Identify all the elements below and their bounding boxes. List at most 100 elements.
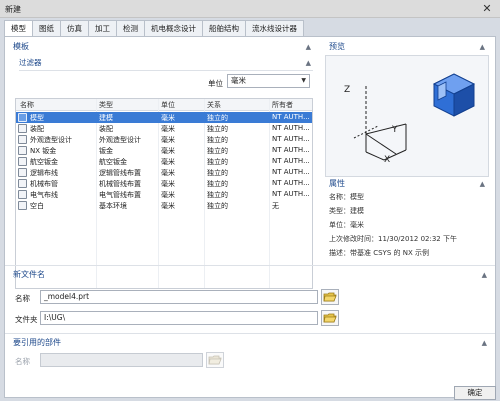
collapse-icon[interactable]: ▲ (482, 269, 487, 281)
table-row[interactable]: 航空钣金 航空钣金 毫米 独立的 NT AUTH... (16, 156, 312, 167)
cell-relation: 独立的 (207, 202, 228, 210)
sheet-metal-icon (18, 146, 27, 155)
model-icon (18, 113, 27, 122)
cell-name: NX 钣金 (30, 147, 57, 155)
cell-relation: 独立的 (207, 158, 228, 166)
cell-name: 装配 (30, 125, 44, 133)
window-title: 新建 (5, 5, 21, 14)
aero-sheet-metal-icon (18, 157, 27, 166)
preview-section-header[interactable]: 预览 ▲ (325, 41, 489, 54)
property-unit: 单位：毫米 (329, 221, 364, 229)
blank-icon (18, 201, 27, 210)
cell-relation: 独立的 (207, 147, 228, 155)
unit-dropdown[interactable]: 毫米 ▼ (227, 74, 310, 88)
collapse-icon[interactable]: ▲ (306, 41, 311, 53)
referenced-part-input[interactable] (40, 353, 203, 367)
cell-owner: NT AUTH... (272, 179, 310, 187)
cell-owner: NT AUTH... (272, 146, 310, 154)
ok-button[interactable]: 确定 (454, 386, 496, 400)
cell-owner: NT AUTH... (272, 190, 310, 198)
cell-relation: 独立的 (207, 136, 228, 144)
table-row[interactable]: NX 钣金 钣金 毫米 独立的 NT AUTH... (16, 145, 312, 156)
tab-mechatronics[interactable]: 机电概念设计 (145, 20, 203, 37)
cell-name: 机械布管 (30, 180, 58, 188)
table-row[interactable]: 机械布管 机械管线布置 毫米 独立的 NT AUTH... (16, 178, 312, 189)
cell-name: 逻辑布线 (30, 169, 58, 177)
cell-owner: NT AUTH... (272, 113, 310, 121)
new-file-section-header[interactable]: 新文件名 ▲ (9, 269, 491, 282)
solid-model-icon (432, 73, 476, 117)
dialog-body: 模板 ▲ 过滤器 ▲ 单位 毫米 ▼ 名称 类型 单位 关系 所有者 模型 建模毫… (4, 36, 496, 398)
tab-model[interactable]: 模型 (4, 20, 33, 37)
file-name-input[interactable]: _model4.prt (40, 290, 318, 304)
folder-icon (323, 313, 337, 323)
tab-manufacturing[interactable]: 加工 (89, 20, 117, 37)
table-row[interactable]: 模型 建模 毫米 独立的 NT AUTH... (16, 112, 312, 123)
property-name: 名称：模型 (329, 193, 364, 201)
cell-unit: 毫米 (161, 180, 175, 188)
cell-owner: NT AUTH... (272, 135, 310, 143)
filter-header[interactable]: 过滤器 ▲ (19, 57, 315, 69)
table-row[interactable]: 逻辑布线 逻辑管线布置 毫米 独立的 NT AUTH... (16, 167, 312, 178)
electrical-routing-icon (18, 190, 27, 199)
cell-relation: 独立的 (207, 114, 228, 122)
cell-type: 航空钣金 (99, 158, 127, 166)
cell-type: 钣金 (99, 147, 113, 155)
cell-unit: 毫米 (161, 114, 175, 122)
cell-type: 装配 (99, 125, 113, 133)
tab-drawing[interactable]: 图纸 (33, 20, 61, 37)
column-header-name[interactable]: 名称 (20, 100, 34, 110)
axis-label-z: Z (344, 85, 350, 95)
tab-strip: 模型 图纸 仿真 加工 检测 机电概念设计 船舶结构 流水线设计器 (4, 20, 304, 37)
table-row[interactable]: 外观造型设计 外观造型设计 毫米 独立的 NT AUTH... (16, 134, 312, 145)
cell-type: 电气管线布置 (99, 191, 141, 199)
datum-csys-icon (353, 86, 407, 161)
cell-owner: 无 (272, 202, 279, 210)
tab-ship-structure[interactable]: 船舶结构 (203, 20, 246, 37)
table-row[interactable]: 电气布线 电气管线布置 毫米 独立的 NT AUTH... (16, 189, 312, 200)
folder-input[interactable]: I:\UG\ (40, 311, 318, 325)
cell-unit: 毫米 (161, 169, 175, 177)
referenced-name-label: 名称 (15, 357, 30, 366)
tab-simulation[interactable]: 仿真 (61, 20, 89, 37)
cell-owner: NT AUTH... (272, 124, 310, 132)
referenced-part-section-header[interactable]: 要引用的部件 ▲ (9, 337, 491, 350)
title-bar: 新建 ✕ (0, 0, 500, 18)
cell-type: 外观造型设计 (99, 136, 141, 144)
cell-type: 机械管线布置 (99, 180, 141, 188)
column-header-unit[interactable]: 单位 (161, 100, 175, 110)
divider (19, 70, 313, 71)
collapse-icon[interactable]: ▲ (482, 337, 487, 349)
template-section-header[interactable]: 模板 ▲ (9, 41, 315, 54)
column-header-owner[interactable]: 所有者 (272, 100, 293, 110)
preview-header-label: 预览 (329, 42, 345, 51)
close-icon[interactable]: ✕ (480, 2, 494, 15)
new-file-header-label: 新文件名 (13, 270, 45, 279)
browse-file-button[interactable] (321, 289, 339, 305)
cell-name: 电气布线 (30, 191, 58, 199)
name-label: 名称 (15, 294, 30, 303)
shape-studio-icon (18, 135, 27, 144)
column-header-type[interactable]: 类型 (99, 100, 113, 110)
browse-referenced-part-button[interactable] (206, 352, 224, 368)
property-modified: 上次修改时间：11/30/2012 02:32 下午 (329, 235, 457, 243)
table-header: 名称 类型 单位 关系 所有者 (16, 99, 312, 111)
browse-folder-button[interactable] (321, 310, 339, 326)
collapse-icon[interactable]: ▲ (480, 178, 485, 190)
cell-unit: 毫米 (161, 125, 175, 133)
properties-section-header[interactable]: 属性 ▲ (325, 178, 489, 191)
preview-graphic: Z Y X (344, 73, 476, 165)
tab-line-designer[interactable]: 流水线设计器 (246, 20, 304, 37)
cell-relation: 独立的 (207, 169, 228, 177)
table-row[interactable]: 装配 装配 毫米 独立的 NT AUTH... (16, 123, 312, 134)
collapse-icon[interactable]: ▲ (306, 57, 311, 69)
preview-pane: Z Y X (325, 55, 489, 177)
folder-label: 文件夹 (15, 315, 38, 324)
column-header-relation[interactable]: 关系 (207, 100, 221, 110)
table-row[interactable]: 空白 基本环境 毫米 独立的 无 (16, 200, 312, 211)
cell-unit: 毫米 (161, 147, 175, 155)
collapse-icon[interactable]: ▲ (480, 41, 485, 53)
divider (5, 333, 495, 334)
folder-icon (323, 292, 337, 302)
tab-inspection[interactable]: 检测 (117, 20, 145, 37)
